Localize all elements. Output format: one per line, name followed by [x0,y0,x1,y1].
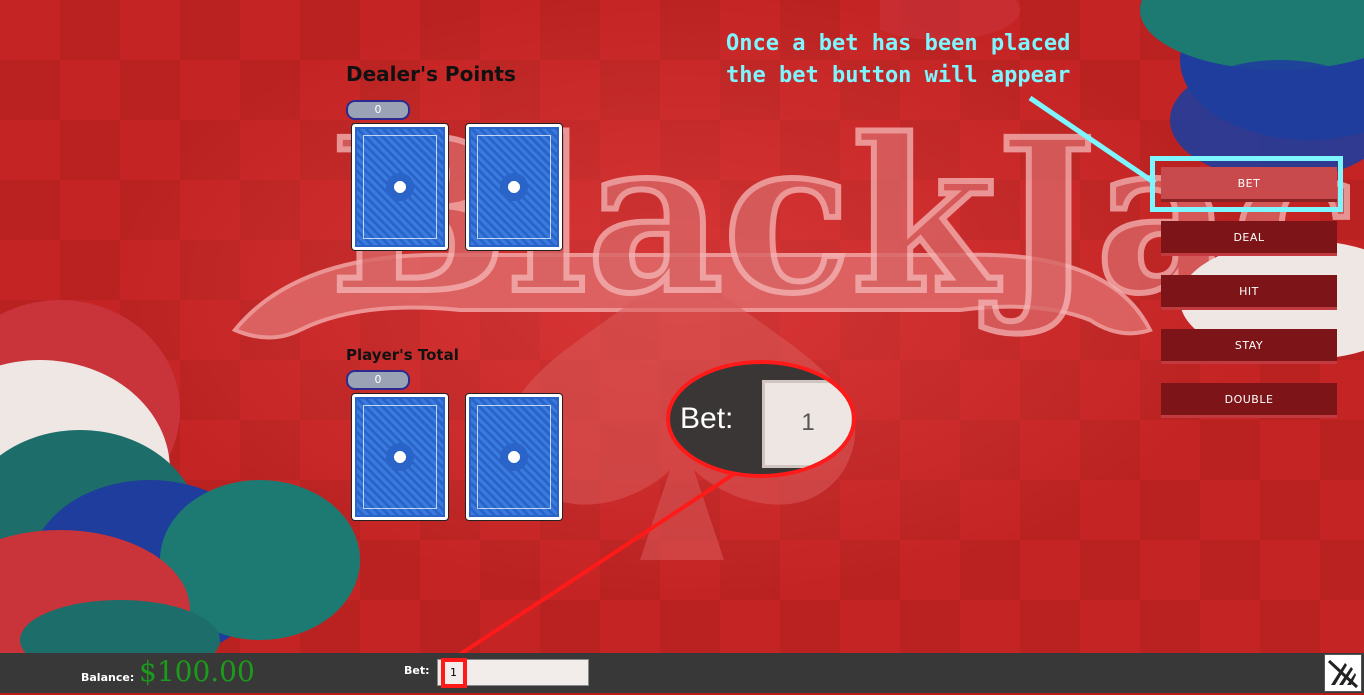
bet-button[interactable]: BET [1161,167,1337,202]
zoom-bet-label: Bet: [680,402,734,435]
double-button[interactable]: DOUBLE [1161,383,1337,418]
hit-button[interactable]: HIT [1161,275,1337,310]
dealer-points-heading: Dealer's Points [346,62,516,86]
player-card-2 [465,393,563,521]
blackjack-table: BlackJack Dealer's Points 0 Player's Tot… [0,0,1364,653]
bet-button-annotation: Once a bet has been placed the bet butto… [726,31,1071,88]
poker-chips-left [0,300,360,653]
zoom-bet-value: 1 [762,380,852,468]
player-card-1 [351,393,449,521]
dealer-card-1 [351,123,449,251]
balance-label: Balance: [81,671,135,684]
stay-button[interactable]: STAY [1161,329,1337,364]
dealer-points-value: 0 [346,100,410,120]
card-back-pattern [355,397,445,517]
bet-label: Bet: [404,664,430,677]
player-total-heading: Player's Total [346,346,459,364]
card-back-pattern [469,127,559,247]
card-back-pattern [469,397,559,517]
bet-zoom-callout: Bet: 1 [666,360,856,478]
bet-input-highlight [441,658,467,688]
mute-sound-icon[interactable] [1324,654,1362,692]
balance-value: $100.00 [139,655,255,688]
deal-button[interactable]: DEAL [1161,221,1337,256]
card-back-pattern [355,127,445,247]
dealer-card-2 [465,123,563,251]
player-total-value: 0 [346,370,410,390]
